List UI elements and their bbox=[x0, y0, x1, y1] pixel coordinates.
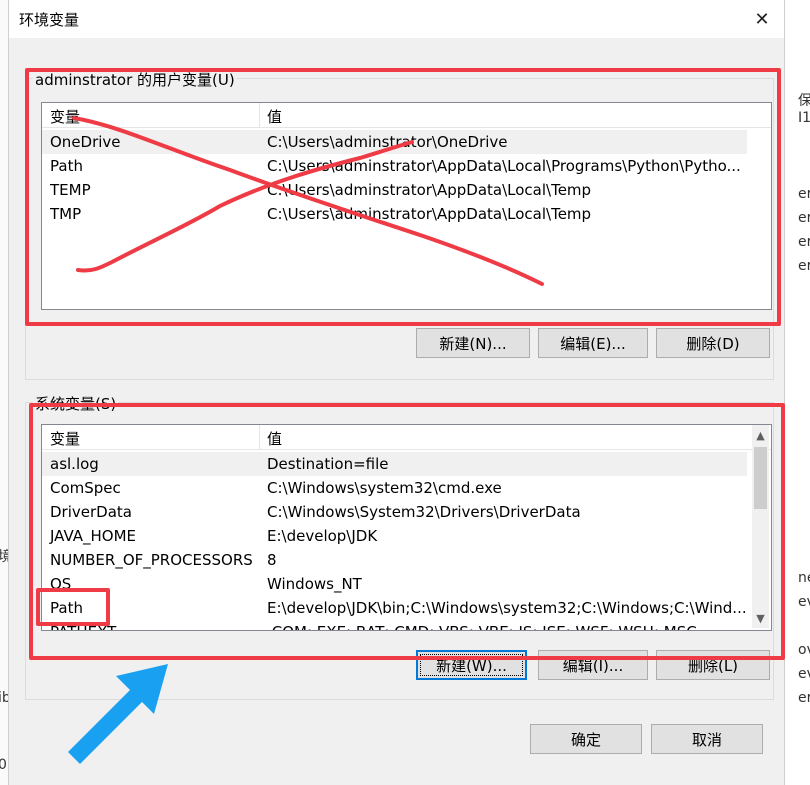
variable-name: JAVA_HOME bbox=[50, 527, 137, 545]
variable-value: 8 bbox=[267, 551, 277, 569]
background-text: 保 bbox=[798, 93, 810, 109]
title-bar[interactable]: 环境变量 ✕ bbox=[9, 0, 784, 38]
list-header: 变量 值 bbox=[42, 103, 771, 128]
variable-name: TEMP bbox=[50, 181, 91, 199]
background-text: er bbox=[798, 234, 810, 250]
background-text: er bbox=[798, 258, 810, 274]
variable-value: C:\Users\adminstrator\OneDrive bbox=[267, 133, 508, 151]
system-edit-button[interactable]: 编辑(I)... bbox=[538, 650, 648, 680]
scrollbar-thumb[interactable] bbox=[754, 447, 767, 509]
variable-name: Path bbox=[50, 157, 83, 175]
variable-value: C:\Users\adminstrator\AppData\Local\Temp bbox=[267, 205, 592, 223]
close-button[interactable]: ✕ bbox=[740, 0, 784, 38]
user-edit-button[interactable]: 编辑(E)... bbox=[538, 328, 648, 358]
variable-value: Destination=file bbox=[267, 455, 389, 473]
environment-variables-dialog: 环境变量 ✕ adminstrator 的用户变量(U) 变量 值 OneDri… bbox=[8, 0, 785, 785]
variable-name: PATHEXT bbox=[50, 623, 116, 630]
variable-value: Windows_NT bbox=[267, 575, 362, 593]
variable-name: DriverData bbox=[50, 503, 132, 521]
system-variables-list[interactable]: 变量 值 asl.log Destination=file ComSpec C:… bbox=[41, 424, 772, 631]
system-new-button[interactable]: 新建(W)... bbox=[416, 650, 527, 680]
variable-name: ComSpec bbox=[50, 479, 121, 497]
vertical-scrollbar[interactable]: ▲ ▼ bbox=[752, 425, 769, 628]
column-header-value[interactable]: 值 bbox=[267, 106, 282, 127]
system-delete-button[interactable]: 删除(L) bbox=[656, 650, 770, 680]
background-text: I1 bbox=[798, 110, 810, 126]
list-item[interactable]: TMP C:\Users\adminstrator\AppData\Local\… bbox=[42, 202, 747, 226]
list-header: 变量 值 bbox=[42, 425, 771, 450]
variable-name: OneDrive bbox=[50, 133, 121, 151]
list-item[interactable]: DriverData C:\Windows\System32\Drivers\D… bbox=[42, 500, 747, 524]
ok-button[interactable]: 确定 bbox=[530, 724, 642, 754]
background-text: ev bbox=[798, 594, 810, 610]
list-item[interactable]: Path C:\Users\adminstrator\AppData\Local… bbox=[42, 154, 747, 178]
background-text: er bbox=[798, 186, 810, 202]
column-header-name[interactable]: 变量 bbox=[50, 428, 80, 449]
background-text: er bbox=[798, 690, 810, 706]
list-item[interactable]: JAVA_HOME E:\develop\JDK bbox=[42, 524, 747, 548]
variable-name: Path bbox=[50, 599, 83, 617]
background-text: 0 bbox=[0, 757, 7, 773]
dialog-title: 环境变量 bbox=[19, 11, 80, 29]
column-header-value[interactable]: 值 bbox=[267, 428, 282, 449]
background-text: ov bbox=[798, 642, 810, 658]
close-icon: ✕ bbox=[754, 8, 770, 30]
variable-value: C:\Windows\System32\Drivers\DriverData bbox=[267, 503, 581, 521]
background-text: ev bbox=[798, 666, 810, 682]
list-item[interactable]: asl.log Destination=file bbox=[42, 452, 747, 476]
user-delete-button[interactable]: 删除(D) bbox=[656, 328, 770, 358]
list-item[interactable]: OneDrive C:\Users\adminstrator\OneDrive bbox=[42, 130, 747, 154]
user-new-button[interactable]: 新建(N)... bbox=[416, 328, 530, 358]
system-variables-label: 系统变量(S) bbox=[33, 393, 119, 414]
variable-value: .COM;.EXE;.BAT;.CMD;.VBS;.VBE;.JS;.JSE;.… bbox=[267, 623, 697, 630]
focus-rectangle bbox=[420, 654, 523, 676]
background-window-right: 保 I1 er er er er ne ev ov ev er bbox=[782, 0, 810, 785]
user-variables-label: adminstrator 的用户变量(U) bbox=[33, 69, 237, 90]
background-text: er bbox=[798, 210, 810, 226]
scroll-up-icon[interactable]: ▲ bbox=[752, 427, 769, 444]
variable-value: C:\Windows\system32\cmd.exe bbox=[267, 479, 502, 497]
list-item[interactable]: PATHEXT .COM;.EXE;.BAT;.CMD;.VBS;.VBE;.J… bbox=[42, 620, 747, 630]
variable-name: asl.log bbox=[50, 455, 99, 473]
user-variables-list[interactable]: 变量 值 OneDrive C:\Users\adminstrator\OneD… bbox=[41, 102, 772, 310]
variable-name: OS bbox=[50, 575, 72, 593]
variable-value: C:\Users\adminstrator\AppData\Local\Prog… bbox=[267, 157, 741, 175]
variable-value: E:\develop\JDK bbox=[267, 527, 378, 545]
column-separator[interactable] bbox=[259, 103, 260, 127]
list-item[interactable]: NUMBER_OF_PROCESSORS 8 bbox=[42, 548, 747, 572]
variable-value: E:\develop\JDK\bin;C:\Windows\system32;C… bbox=[267, 599, 747, 617]
column-separator[interactable] bbox=[259, 425, 260, 449]
variable-name: TMP bbox=[50, 205, 82, 223]
list-item[interactable]: ComSpec C:\Windows\system32\cmd.exe bbox=[42, 476, 747, 500]
list-item[interactable]: Path E:\develop\JDK\bin;C:\Windows\syste… bbox=[42, 596, 747, 620]
background-text: ne bbox=[798, 570, 810, 586]
column-header-name[interactable]: 变量 bbox=[50, 106, 80, 127]
cancel-button[interactable]: 取消 bbox=[651, 724, 763, 754]
list-item[interactable]: TEMP C:\Users\adminstrator\AppData\Local… bbox=[42, 178, 747, 202]
variable-name: NUMBER_OF_PROCESSORS bbox=[50, 551, 253, 569]
variable-value: C:\Users\adminstrator\AppData\Local\Temp bbox=[267, 181, 592, 199]
list-item[interactable]: OS Windows_NT bbox=[42, 572, 747, 596]
scroll-down-icon[interactable]: ▼ bbox=[752, 610, 769, 627]
